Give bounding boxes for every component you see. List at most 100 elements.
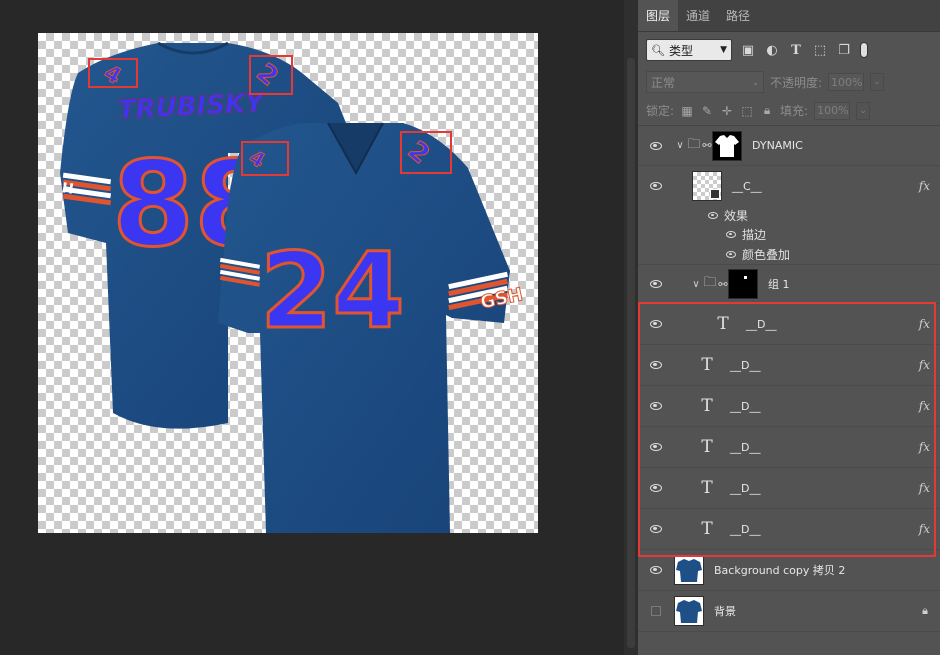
- visibility-toggle[interactable]: [638, 280, 674, 288]
- layer-d-5[interactable]: T __D__ fx: [638, 468, 940, 509]
- type-filter-icon[interactable]: T: [788, 42, 804, 58]
- text-layer-icon: T: [701, 396, 713, 416]
- blend-mode-select[interactable]: 正常 ⌄: [646, 71, 764, 93]
- selection-box-2: [249, 55, 293, 95]
- layer-background-copy[interactable]: Background copy 拷贝 2: [638, 550, 940, 591]
- visibility-toggle[interactable]: [638, 606, 674, 616]
- front-number-text: 24: [260, 230, 405, 352]
- visibility-toggle[interactable]: [638, 525, 674, 533]
- text-layer-icon: T: [701, 478, 713, 498]
- panel-scroll-gutter[interactable]: [624, 0, 638, 655]
- tab-layers[interactable]: 图层: [638, 0, 679, 31]
- fx-icon[interactable]: fx: [919, 481, 930, 495]
- lock-icon[interactable]: 🔒︎: [922, 604, 928, 618]
- effect-stroke-row[interactable]: 描边: [638, 225, 940, 244]
- fx-icon[interactable]: fx: [919, 399, 930, 413]
- visibility-toggle[interactable]: [638, 361, 674, 369]
- jersey-thumbnail-icon: [676, 600, 702, 623]
- layer-thumbnail[interactable]: [674, 555, 704, 585]
- visibility-toggle[interactable]: [638, 566, 674, 574]
- image-filter-icon[interactable]: ▣: [740, 42, 756, 58]
- layer-d-3[interactable]: T __D__ fx: [638, 386, 940, 427]
- jersey-artwork: H TRUBISKY 88 4 2 GSH 24 4 2: [60, 41, 525, 533]
- eye-icon: [650, 566, 662, 574]
- tab-paths[interactable]: 路径: [718, 0, 758, 31]
- visibility-toggle[interactable]: [638, 443, 674, 451]
- eye-icon: [650, 484, 662, 492]
- visibility-toggle[interactable]: [638, 141, 674, 150]
- fx-icon[interactable]: fx: [919, 317, 930, 331]
- eye-icon[interactable]: [708, 212, 718, 219]
- visibility-toggle[interactable]: [638, 402, 674, 410]
- eye-icon: [650, 320, 662, 328]
- layer-filter-bar: 🔍︎ 类型 ▼ ▣ ◐ T ⬚ ❐: [638, 32, 940, 68]
- layer-name: Background copy 拷贝 2: [714, 564, 846, 577]
- layer-name: 背景: [714, 605, 736, 618]
- mask-thumbnail[interactable]: [728, 269, 758, 299]
- lock-all-icon[interactable]: 🔒︎: [760, 103, 774, 118]
- layer-thumbnail[interactable]: [692, 171, 722, 201]
- filter-kind-select[interactable]: 🔍︎ 类型 ▼: [646, 39, 732, 61]
- opacity-chevron-icon[interactable]: ⌄: [870, 73, 885, 91]
- layer-d-6[interactable]: T __D__ fx: [638, 509, 940, 550]
- layer-name: __C__: [732, 179, 762, 193]
- lock-move-icon[interactable]: ✛: [720, 104, 734, 118]
- eye-icon[interactable]: [726, 250, 736, 258]
- layer-background[interactable]: 背景 🔒︎: [638, 591, 940, 632]
- text-layer-icon: T: [701, 519, 713, 539]
- opacity-input[interactable]: 100%: [828, 73, 865, 91]
- layer-name: __D__: [746, 317, 777, 331]
- fill-chevron-icon[interactable]: ⌄: [856, 101, 871, 120]
- lock-label: 锁定:: [646, 104, 675, 118]
- fill-input[interactable]: 100%: [814, 101, 851, 120]
- eye-icon: [650, 182, 662, 190]
- lock-artboard-icon[interactable]: ⬚: [740, 104, 754, 118]
- fill-label: 填充:: [780, 104, 809, 118]
- visibility-toggle[interactable]: [638, 182, 674, 190]
- filter-toggle-icon[interactable]: [860, 42, 868, 58]
- layer-dynamic[interactable]: ∨ 🗀︎ ⚯ DYNAMIC: [638, 126, 940, 166]
- text-layer-icon: T: [717, 314, 729, 334]
- search-icon: 🔍︎: [651, 43, 665, 57]
- visibility-toggle[interactable]: [638, 320, 674, 328]
- shape-filter-icon[interactable]: ⬚: [812, 42, 828, 58]
- effect-color-overlay-row[interactable]: 颜色叠加: [638, 244, 940, 265]
- effects-label: 效果: [724, 209, 749, 223]
- mask-thumbnail[interactable]: [712, 130, 742, 161]
- visibility-toggle[interactable]: [638, 484, 674, 492]
- eye-icon: [650, 443, 662, 451]
- selection-box-3: [241, 141, 289, 176]
- smart-object-filter-icon[interactable]: ❐: [836, 42, 852, 58]
- chevron-down-icon[interactable]: ∨: [674, 140, 686, 151]
- fx-icon[interactable]: fx: [919, 440, 930, 454]
- jersey-thumbnail-icon: [676, 559, 702, 582]
- layer-d-1[interactable]: T __D__ fx: [638, 304, 940, 345]
- fx-icon[interactable]: fx: [919, 179, 930, 193]
- chevron-down-icon[interactable]: ∨: [690, 279, 702, 290]
- canvas-workspace[interactable]: H TRUBISKY 88 4 2 GSH 24 4 2: [0, 0, 624, 655]
- blend-mode-label: 正常: [651, 75, 676, 90]
- blend-opacity-row: 正常 ⌄ 不透明度: 100% ⌄: [638, 68, 940, 96]
- layer-d-4[interactable]: T __D__ fx: [638, 427, 940, 468]
- svg-text:H: H: [61, 180, 75, 197]
- tab-channels[interactable]: 通道: [678, 0, 718, 31]
- smart-object-badge-icon: [710, 189, 720, 199]
- fx-icon[interactable]: fx: [919, 358, 930, 372]
- layer-group-1[interactable]: ∨ 🗀︎ ⚯ 组 1: [638, 265, 940, 304]
- filter-kind-label: 类型: [668, 43, 693, 58]
- effect-color-overlay-label: 颜色叠加: [742, 247, 791, 262]
- folder-icon: 🗀︎: [687, 136, 701, 152]
- layer-d-2[interactable]: T __D__ fx: [638, 345, 940, 386]
- lock-brush-icon[interactable]: ✎: [700, 104, 714, 118]
- layer-c[interactable]: __C__ fx: [638, 166, 940, 206]
- adjustment-filter-icon[interactable]: ◐: [764, 42, 780, 58]
- effects-row[interactable]: 效果: [638, 206, 940, 225]
- hidden-box-icon: [651, 606, 661, 616]
- layer-thumbnail[interactable]: [674, 596, 704, 626]
- lock-transparent-icon[interactable]: ▦: [680, 104, 694, 118]
- scrollbar-thumb[interactable]: [627, 58, 635, 648]
- document-canvas[interactable]: H TRUBISKY 88 4 2 GSH 24 4 2: [38, 33, 538, 533]
- shirt-mask-icon: [715, 134, 739, 157]
- fx-icon[interactable]: fx: [919, 522, 930, 536]
- eye-icon[interactable]: [726, 231, 736, 238]
